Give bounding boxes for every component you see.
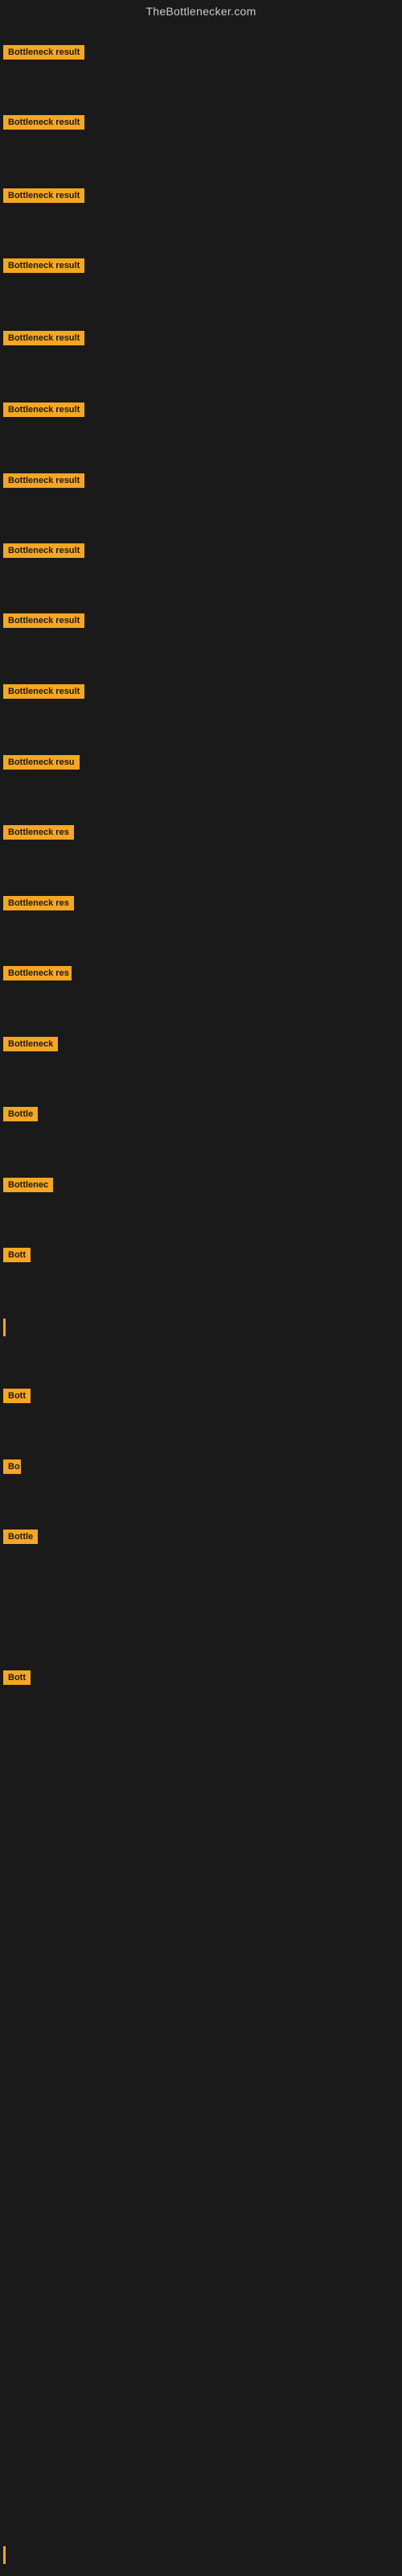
bottleneck-row: Bottleneck result	[3, 258, 84, 277]
bottleneck-badge: Bottleneck result	[3, 473, 84, 488]
bottleneck-row: Bottleneck res	[3, 825, 74, 844]
cursor-indicator	[3, 2546, 6, 2564]
bottleneck-row: Bottleneck res	[3, 896, 74, 914]
bottleneck-badge: Bottleneck result	[3, 613, 84, 628]
bottleneck-row: Bottleneck result	[3, 402, 84, 421]
bottleneck-badge: Bottleneck result	[3, 331, 84, 345]
bottleneck-row: Bottle	[3, 1107, 38, 1125]
bottleneck-row: Bottleneck result	[3, 115, 84, 134]
bottleneck-row: Bottleneck result	[3, 543, 84, 562]
bottleneck-row: Bo	[3, 1459, 21, 1478]
bottleneck-row: Bottle	[3, 1530, 38, 1548]
bottleneck-badge: Bottleneck result	[3, 45, 84, 60]
bottleneck-badge: Bottleneck res	[3, 896, 74, 910]
bottleneck-badge: Bott	[3, 1248, 31, 1262]
bottleneck-badge: Bo	[3, 1459, 21, 1474]
bottleneck-row: Bottlenec	[3, 1178, 53, 1196]
bottleneck-badge: Bottle	[3, 1530, 38, 1544]
cursor-indicator	[3, 1319, 6, 1336]
bottleneck-row: Bottleneck	[3, 1037, 58, 1055]
bottleneck-badge: Bottleneck result	[3, 258, 84, 273]
bottleneck-badge: Bottleneck res	[3, 825, 74, 840]
bottleneck-badge: Bottleneck result	[3, 402, 84, 417]
bottleneck-badge: Bottleneck result	[3, 115, 84, 130]
bottleneck-row: Bottleneck result	[3, 45, 84, 64]
bottleneck-badge: Bottleneck	[3, 1037, 58, 1051]
bottleneck-badge: Bottleneck result	[3, 543, 84, 558]
bottleneck-row: Bottleneck result	[3, 613, 84, 632]
bottleneck-row	[3, 2546, 6, 2568]
bottleneck-row: Bottleneck res	[3, 966, 72, 985]
bottleneck-row: Bott	[3, 1389, 31, 1407]
bottleneck-row: Bottleneck result	[3, 684, 84, 703]
bottleneck-badge: Bottleneck res	[3, 966, 72, 980]
bottleneck-badge: Bott	[3, 1670, 31, 1685]
bottleneck-badge: Bott	[3, 1389, 31, 1403]
page-wrapper: TheBottlenecker.com Bottleneck result Bot…	[0, 0, 402, 2576]
bottleneck-row: Bottleneck result	[3, 188, 84, 207]
bottleneck-badge: Bottle	[3, 1107, 38, 1121]
bottleneck-badge: Bottlenec	[3, 1178, 53, 1192]
bottleneck-row: Bottleneck result	[3, 331, 84, 349]
bottleneck-row: Bottleneck resu	[3, 755, 80, 774]
bottleneck-badge: Bottleneck resu	[3, 755, 80, 770]
bottleneck-row: Bott	[3, 1248, 31, 1266]
site-title: TheBottlenecker.com	[0, 0, 402, 21]
bottleneck-badge: Bottleneck result	[3, 684, 84, 699]
bottleneck-row	[3, 1319, 6, 1340]
bottleneck-row: Bottleneck result	[3, 473, 84, 492]
bottleneck-badge: Bottleneck result	[3, 188, 84, 203]
bottleneck-row: Bott	[3, 1670, 31, 1689]
